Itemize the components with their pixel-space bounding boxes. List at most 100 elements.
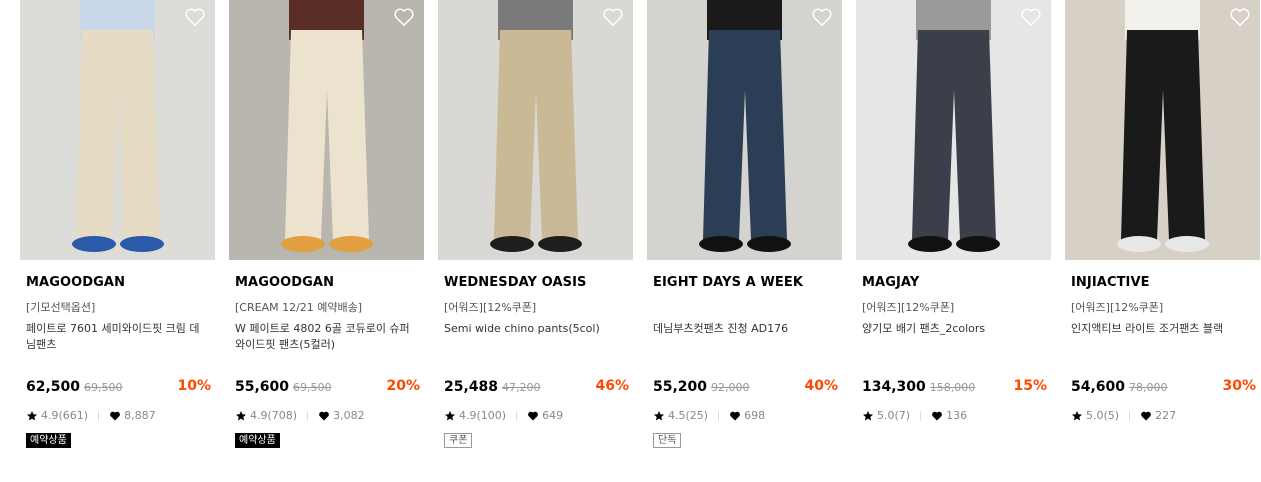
- price-row: 55,200 92,000 40%: [653, 376, 838, 396]
- sale-price: 55,600: [235, 379, 290, 395]
- product-photo[interactable]: [1065, 0, 1260, 260]
- rating-value: 5.0(5): [1086, 409, 1120, 422]
- price-row: 55,600 69,500 20%: [235, 376, 420, 396]
- wishlist-heart-icon[interactable]: [1229, 7, 1251, 27]
- star-icon: [1072, 411, 1082, 421]
- original-price: 92,000: [711, 381, 750, 394]
- product-tag: [어워즈][12%쿠폰]: [444, 301, 537, 314]
- wishlist-heart-icon[interactable]: [393, 7, 415, 27]
- original-price: 69,500: [84, 381, 123, 394]
- product-photo[interactable]: [647, 0, 842, 260]
- like-count: 8,887: [124, 409, 156, 422]
- product-tag: [어워즈][12%쿠폰]: [862, 301, 955, 314]
- sale-price: 55,200: [653, 379, 708, 395]
- wishlist-heart-icon[interactable]: [184, 7, 206, 27]
- product-card[interactable]: MAGJAY [어워즈][12%쿠폰] 양기모 배기 팬츠_2colors 13…: [856, 0, 1051, 424]
- heart-filled-icon: [932, 411, 942, 421]
- discount-rate: 10%: [177, 378, 211, 394]
- heart-filled-icon: [528, 411, 538, 421]
- like-count: 227: [1155, 409, 1177, 422]
- product-image[interactable]: [438, 0, 633, 260]
- like-count: 136: [946, 409, 968, 422]
- product-photo[interactable]: [856, 0, 1051, 260]
- meta-divider: [718, 411, 720, 421]
- product-photo[interactable]: [438, 0, 633, 260]
- discount-rate: 30%: [1222, 378, 1256, 394]
- product-image[interactable]: [1065, 0, 1260, 260]
- product-grid: MAGOODGAN [기모선택옵션] 페이트로 7601 세미와이드핏 크림 데…: [0, 0, 1261, 482]
- star-icon: [27, 411, 37, 421]
- product-image[interactable]: [229, 0, 424, 260]
- heart-filled-icon: [319, 411, 329, 421]
- discount-rate: 46%: [595, 378, 629, 394]
- brand-name[interactable]: EIGHT DAYS A WEEK: [653, 275, 842, 291]
- product-tag: [기모선택옵션]: [26, 301, 96, 314]
- meta-divider: [516, 411, 518, 421]
- sale-price: 134,300: [862, 379, 926, 395]
- star-icon: [445, 411, 455, 421]
- heart-filled-icon: [730, 411, 740, 421]
- heart-filled-icon: [110, 411, 120, 421]
- product-badge: 예약상품: [26, 433, 71, 448]
- original-price: 158,000: [929, 381, 976, 394]
- review-meta: 4.9(661) 8,887: [26, 408, 215, 424]
- wishlist-heart-icon[interactable]: [1020, 7, 1042, 27]
- product-name[interactable]: 양기모 배기 팬츠_2colors: [862, 321, 1045, 355]
- product-name[interactable]: Semi wide chino pants(5col): [444, 321, 627, 355]
- review-meta: 5.0(7) 136: [862, 408, 1051, 424]
- meta-divider: [98, 411, 100, 421]
- product-name[interactable]: 페이트로 7601 세미와이드핏 크림 데님팬츠: [26, 321, 209, 355]
- meta-divider: [307, 411, 309, 421]
- like-count: 3,082: [333, 409, 365, 422]
- product-photo[interactable]: [229, 0, 424, 260]
- product-tag: [CREAM 12/21 예약배송]: [235, 301, 363, 314]
- product-image[interactable]: [647, 0, 842, 260]
- product-badge: 예약상품: [235, 433, 280, 448]
- product-name[interactable]: W 페이트로 4802 6골 코듀로이 슈퍼와이드핏 팬츠(5컬러): [235, 321, 418, 355]
- product-card[interactable]: INJIACTIVE [어워즈][12%쿠폰] 인지액티브 라이트 조거팬츠 블…: [1065, 0, 1260, 424]
- sale-price: 62,500: [26, 379, 81, 395]
- product-tag: [어워즈][12%쿠폰]: [1071, 301, 1164, 314]
- meta-divider: [920, 411, 922, 421]
- product-name[interactable]: 데님부츠컷팬츠 진청 AD176: [653, 321, 836, 355]
- wishlist-heart-icon[interactable]: [811, 7, 833, 27]
- product-image[interactable]: [856, 0, 1051, 260]
- discount-rate: 20%: [386, 378, 420, 394]
- price-row: 25,488 47,200 46%: [444, 376, 629, 396]
- rating-value: 4.9(708): [250, 409, 298, 422]
- review-meta: 4.9(100) 649: [444, 408, 633, 424]
- heart-filled-icon: [1141, 411, 1151, 421]
- product-image[interactable]: [20, 0, 215, 260]
- sale-price: 25,488: [444, 379, 499, 395]
- like-count: 698: [744, 409, 766, 422]
- brand-name[interactable]: MAGOODGAN: [235, 275, 424, 291]
- review-meta: 4.5(25) 698: [653, 408, 842, 424]
- product-card[interactable]: MAGOODGAN [CREAM 12/21 예약배송] W 페이트로 4802…: [229, 0, 424, 448]
- discount-rate: 40%: [804, 378, 838, 394]
- rating-value: 4.5(25): [668, 409, 709, 422]
- product-card[interactable]: MAGOODGAN [기모선택옵션] 페이트로 7601 세미와이드핏 크림 데…: [20, 0, 215, 448]
- product-card[interactable]: EIGHT DAYS A WEEK 데님부츠컷팬츠 진청 AD176 55,20…: [647, 0, 842, 448]
- review-meta: 5.0(5) 227: [1071, 408, 1260, 424]
- brand-name[interactable]: INJIACTIVE: [1071, 275, 1260, 291]
- star-icon: [654, 411, 664, 421]
- brand-name[interactable]: WEDNESDAY OASIS: [444, 275, 633, 291]
- product-badge: 쿠폰: [444, 433, 473, 448]
- price-row: 62,500 69,500 10%: [26, 376, 211, 396]
- price-row: 54,600 78,000 30%: [1071, 376, 1256, 396]
- product-name[interactable]: 인지액티브 라이트 조거팬츠 블랙: [1071, 321, 1254, 355]
- rating-value: 4.9(661): [41, 409, 89, 422]
- price-row: 134,300 158,000 15%: [862, 376, 1047, 396]
- star-icon: [863, 411, 873, 421]
- wishlist-heart-icon[interactable]: [602, 7, 624, 27]
- sale-price: 54,600: [1071, 379, 1126, 395]
- brand-name[interactable]: MAGJAY: [862, 275, 1051, 291]
- rating-value: 5.0(7): [877, 409, 911, 422]
- star-icon: [236, 411, 246, 421]
- brand-name[interactable]: MAGOODGAN: [26, 275, 215, 291]
- product-card[interactable]: WEDNESDAY OASIS [어워즈][12%쿠폰] Semi wide c…: [438, 0, 633, 448]
- discount-rate: 15%: [1013, 378, 1047, 394]
- like-count: 649: [542, 409, 564, 422]
- product-photo[interactable]: [20, 0, 215, 260]
- rating-value: 4.9(100): [459, 409, 507, 422]
